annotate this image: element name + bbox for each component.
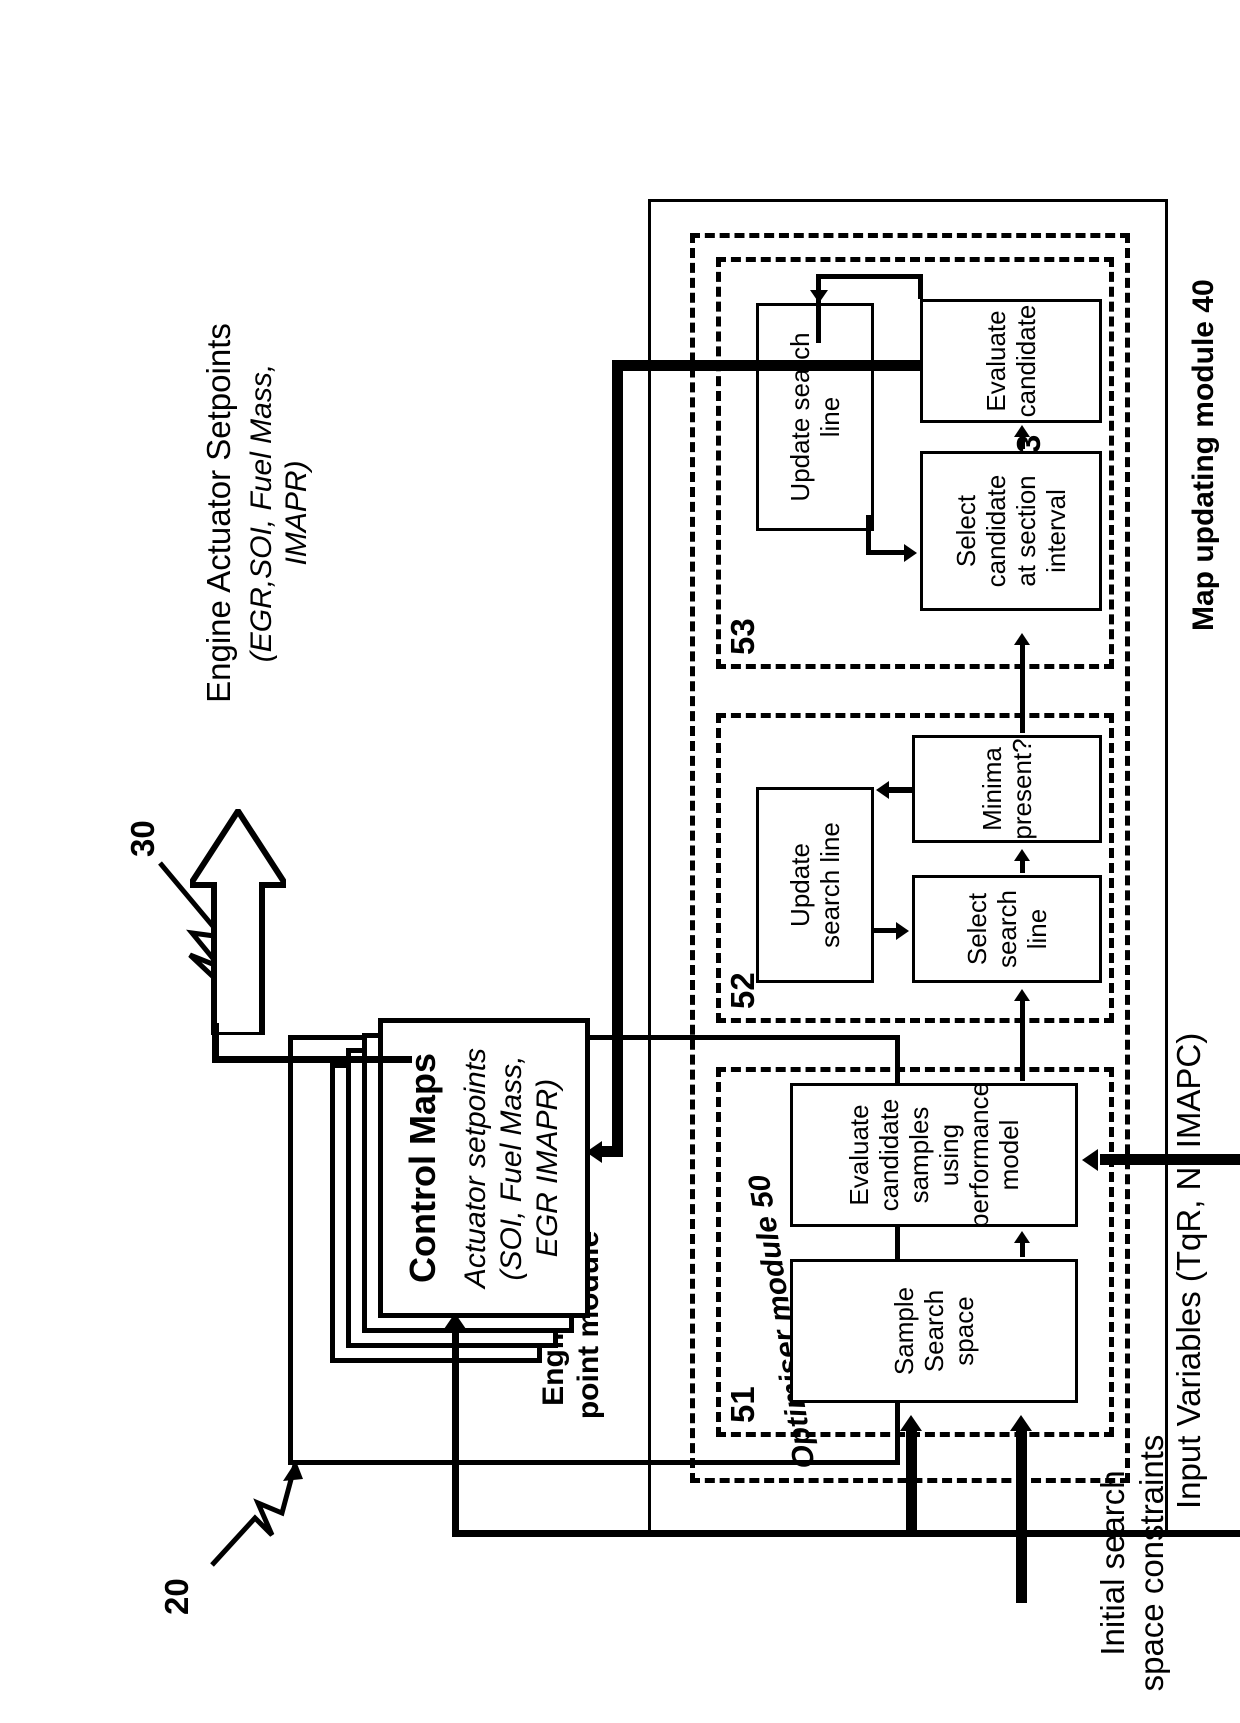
figure-canvas: 20 Engine set- point module Control Maps… <box>0 0 1240 1723</box>
stage-53-update-to-select-arrowhead <box>904 544 917 562</box>
stage-53-box-evaluate-candidate: Evaluate candidate <box>920 299 1102 423</box>
stage-52-box-update-search-line: Update search line <box>756 787 874 983</box>
stage-51-arrowhead <box>1014 1231 1030 1243</box>
stage-52-update-to-select-arrowhead <box>896 922 909 940</box>
control-maps-subtitle: Actuator setpoints (SOI, Fuel Mass, EGR … <box>459 1047 564 1289</box>
stage-51-ref-label: 51 <box>724 1386 761 1423</box>
engine-actuator-output-arrow <box>190 809 286 1035</box>
feedback-horizontal <box>612 360 623 1157</box>
input-variables-branch-arrowhead <box>900 1415 922 1431</box>
stage-53-evaluate-to-update-v <box>816 274 922 279</box>
initial-constraints-arrowhead <box>1010 1415 1032 1431</box>
control-maps-text: Control Maps Actuator setpoints (SOI, Fu… <box>378 1018 590 1318</box>
map-updating-module-label: Map updating module 40 <box>1187 279 1220 631</box>
input-variables-trunk-horizontal <box>452 1325 459 1537</box>
stage-53-select-to-evaluate-line <box>1020 435 1025 449</box>
feedback-long-vertical <box>600 1146 620 1157</box>
stage-53-box-select-candidate: Select candidate at section interval <box>920 451 1102 611</box>
stage-51-to-52-arrowhead <box>1014 989 1030 1001</box>
feedback-riser-right <box>612 360 922 371</box>
stage-52-update-to-select-line <box>874 928 898 933</box>
stage-52-select-to-minima-line <box>1020 859 1025 873</box>
stage-52-minima-to-update-line <box>888 787 914 793</box>
stage-52-box-minima-present: Minima present? <box>912 735 1102 843</box>
stage-52-minima-to-update-arrowhead <box>876 781 889 799</box>
initial-constraints-line <box>1016 1427 1027 1603</box>
input-variables-arrowhead <box>444 1313 466 1329</box>
stage-53-select-to-evaluate-arrowhead <box>1014 425 1030 437</box>
stage-53-update-to-select-h <box>866 515 871 555</box>
stage-53-box-update-search-line: Update search line <box>756 303 874 531</box>
diagram-landscape-root: 20 Engine set- point module Control Maps… <box>0 0 1240 1723</box>
stage-51-box-evaluate-candidate-samples: Evaluate candidate samples using perform… <box>790 1082 1078 1228</box>
engine-actuator-setpoints-sub: (EGR,SOI, Fuel Mass, IMAPR) <box>245 363 314 663</box>
stage-53-ref-label: 53 <box>724 618 761 655</box>
stage-53-evaluate-to-update-arrowhead <box>810 290 828 303</box>
control-maps-title: Control Maps <box>402 1053 443 1283</box>
stage-51-to-52-line <box>1020 999 1025 1081</box>
stage-52-to-53-line <box>1020 643 1025 733</box>
control-maps-output-riser <box>212 1056 412 1063</box>
stage-51-box-sample-search-space: Sample Search space <box>790 1259 1078 1403</box>
stage-53-evaluate-to-update-h <box>816 274 821 343</box>
stage-52-to-53-arrowhead <box>1014 633 1030 645</box>
initial-constraints-label: Initial search space constraints <box>1094 1434 1170 1692</box>
engine-actuator-setpoints-title: Engine Actuator Setpoints <box>200 323 237 703</box>
stage-51-arrow-line <box>1020 1241 1025 1257</box>
ref-label-20: 20 <box>158 1578 195 1615</box>
stage-52-select-to-minima-arrowhead <box>1014 849 1030 861</box>
stage-53-evaluate-to-update-h2 <box>918 274 923 299</box>
sensor-data-riser <box>1100 1154 1240 1165</box>
stage-52-box-select-search-line: Select search line <box>912 875 1102 983</box>
ref-label-30: 30 <box>124 820 161 857</box>
ref-20-leader <box>210 1460 303 1567</box>
sensor-data-arrowhead <box>1082 1149 1098 1171</box>
input-variables-branch-line <box>906 1427 917 1537</box>
stage-53-update-to-select-v <box>866 550 906 555</box>
